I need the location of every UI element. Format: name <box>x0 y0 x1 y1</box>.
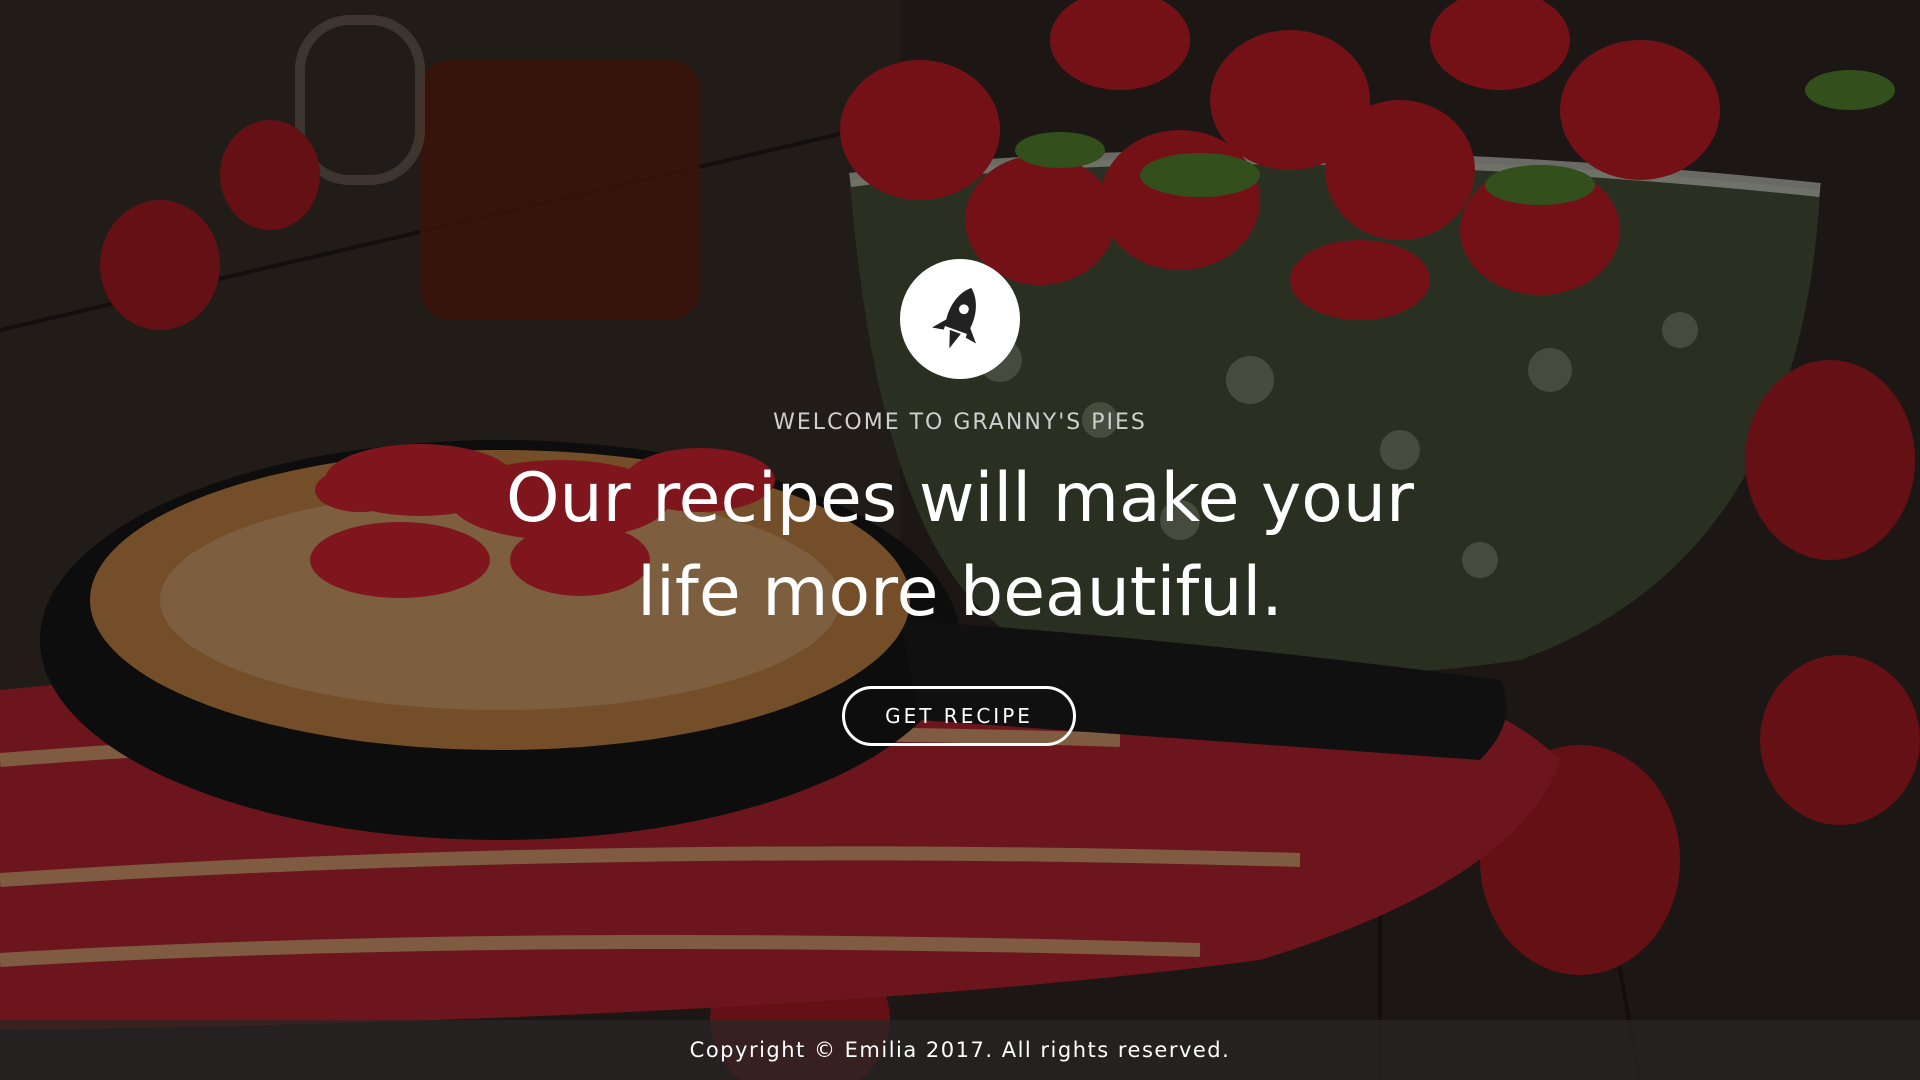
welcome-subtitle: WELCOME TO GRANNY'S PIES <box>773 410 1147 435</box>
get-recipe-button[interactable]: GET RECIPE <box>842 686 1076 746</box>
footer: Copyright © Emilia 2017. All rights rese… <box>0 1020 1920 1080</box>
headline-line-2: life more beautiful. <box>637 553 1283 632</box>
logo <box>900 259 1020 379</box>
headline-line-1: Our recipes will make your <box>506 459 1414 538</box>
hero-headline: Our recipes will make your life more bea… <box>460 452 1460 640</box>
copyright-text: Copyright © Emilia 2017. All rights rese… <box>689 1038 1231 1062</box>
rocket-icon <box>932 287 976 349</box>
hero-content: WELCOME TO GRANNY'S PIES Our recipes wil… <box>0 0 1920 1020</box>
hero-section: WELCOME TO GRANNY'S PIES Our recipes wil… <box>0 0 1920 1080</box>
